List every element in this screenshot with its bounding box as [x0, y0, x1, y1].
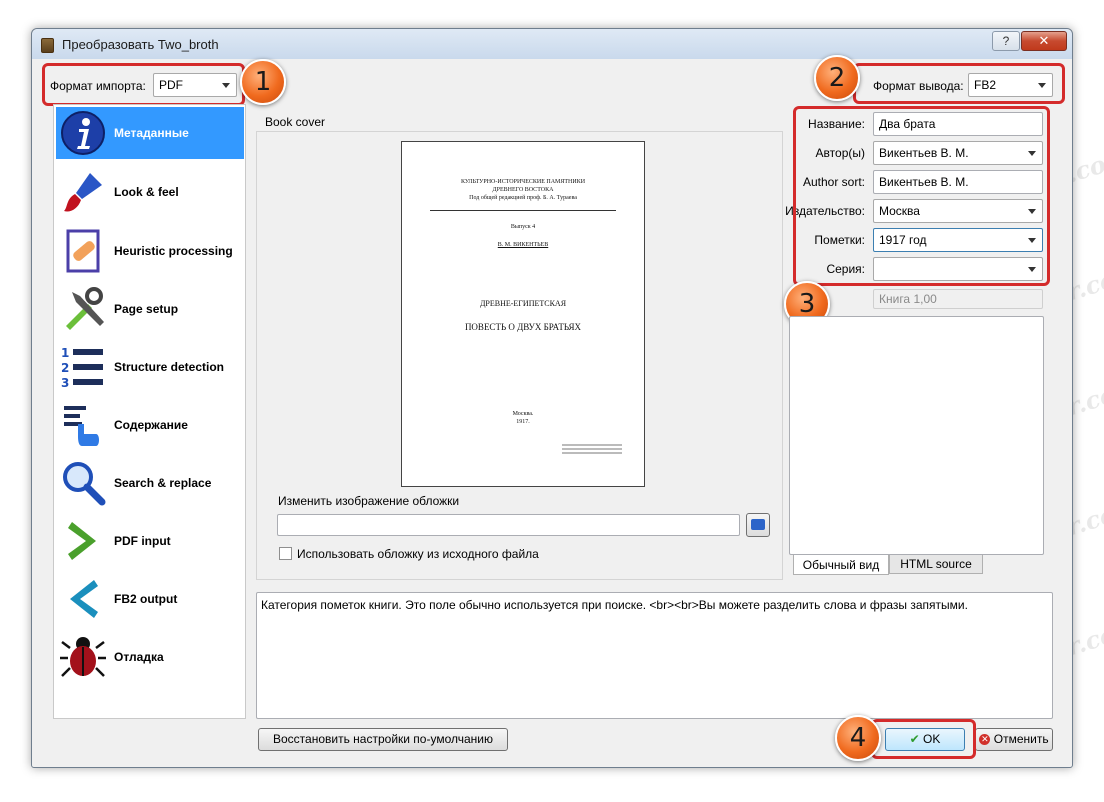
cover-city: Москва.: [512, 411, 534, 417]
sidebar-item-label: PDF input: [114, 533, 171, 548]
bug-icon: [60, 634, 106, 680]
callout-badge-2: 2: [814, 55, 860, 101]
document-bandage-icon: [60, 228, 106, 274]
sidebar-item-label: Отладка: [114, 649, 164, 664]
sidebar-item-label: Метаданные: [114, 125, 189, 140]
sidebar-item-look-feel[interactable]: Look & feel: [56, 166, 244, 218]
comments-editor[interactable]: [789, 316, 1044, 555]
info-icon: [60, 110, 106, 156]
cover-issue: Выпуск 4: [510, 224, 536, 230]
sidebar-item-label: FB2 output: [114, 591, 178, 606]
cover-image: КУЛЬТУРНО-ИСТОРИЧЕСКИЕ ПАМЯТНИКИ ДРЕВНЕГ…: [401, 141, 645, 487]
cancel-button[interactable]: ✕ Отменить: [975, 728, 1053, 751]
cover-imprint: [562, 442, 622, 456]
change-cover-label: Изменить изображение обложки: [278, 494, 460, 508]
book-cover-title: Book cover: [265, 115, 326, 129]
sidebar-item-label: Structure detection: [114, 359, 225, 374]
svg-text:1: 1: [61, 346, 69, 360]
sidebar-item-label: Page setup: [114, 301, 179, 316]
help-button[interactable]: ?: [992, 31, 1020, 51]
tab-html-source[interactable]: HTML source: [889, 555, 983, 574]
sidebar-item-label: Содержание: [114, 417, 188, 432]
sidebar-item-debug[interactable]: Отладка: [56, 631, 244, 683]
toc-hand-icon: [60, 402, 106, 448]
svg-text:2: 2: [61, 361, 69, 375]
cancel-icon: ✕: [979, 734, 991, 746]
restore-defaults-button[interactable]: Восстановить настройки по-умолчанию: [258, 728, 508, 751]
tools-icon: [60, 286, 106, 332]
cover-year: 1917.: [516, 419, 530, 425]
highlight-metadata: [793, 106, 1050, 286]
description-text: Категория пометок книги. Это поле обычно…: [261, 598, 968, 612]
cover-header-3: Под общей редакцией проф. Б. А. Тураева: [469, 195, 577, 201]
numbered-list-icon: 1 2 3: [60, 344, 106, 390]
sidebar: Метаданные Look & feel Heuristic process…: [53, 104, 246, 719]
brush-icon: [60, 169, 106, 215]
cancel-button-label: Отменить: [993, 732, 1049, 746]
folder-open-icon: [751, 519, 765, 530]
title-bar[interactable]: Преобразовать Two_broth ? ✕: [32, 29, 1072, 59]
tab-normal-view[interactable]: Обычный вид: [793, 555, 889, 575]
sidebar-item-heuristic[interactable]: Heuristic processing: [56, 225, 244, 277]
arrow-right-icon: [60, 518, 106, 564]
arrow-left-icon: [60, 576, 106, 622]
cover-header-1: КУЛЬТУРНО-ИСТОРИЧЕСКИЕ ПАМЯТНИКИ: [460, 179, 586, 185]
app-book-icon: [41, 38, 54, 53]
use-source-cover-checkbox[interactable]: [279, 547, 292, 560]
close-button[interactable]: ✕: [1021, 31, 1067, 51]
use-source-cover-label: Использовать обложку из исходного файла: [297, 547, 539, 561]
sidebar-item-label: Look & feel: [114, 184, 179, 199]
sidebar-item-page-setup[interactable]: Page setup: [56, 283, 244, 335]
field-description: Категория пометок книги. Это поле обычно…: [256, 592, 1053, 719]
series-number-spinbox[interactable]: Книга 1,00: [873, 289, 1043, 309]
sidebar-item-pdf-input[interactable]: PDF input: [56, 515, 244, 567]
window-title: Преобразовать Two_broth: [62, 37, 219, 52]
sidebar-item-toc[interactable]: Содержание: [56, 399, 244, 451]
callout-badge-4: 4: [835, 715, 881, 761]
sidebar-item-fb2-output[interactable]: FB2 output: [56, 573, 244, 625]
cover-author: В. М. ВИКЕНТЬЕВ: [497, 242, 549, 248]
sidebar-item-search-replace[interactable]: Search & replace: [56, 457, 244, 509]
cover-subtitle: ДРЕВНЕ-ЕГИПЕТСКАЯ: [479, 299, 567, 308]
cover-title: ПОВЕСТЬ О ДВУХ БРАТЬЯХ: [464, 322, 582, 332]
sidebar-item-label: Search & replace: [114, 475, 212, 490]
callout-badge-1: 1: [240, 59, 286, 105]
highlight-output: [853, 63, 1065, 104]
magnifier-icon: [60, 460, 106, 506]
browse-cover-button[interactable]: [746, 513, 770, 537]
cover-header-2: ДРЕВНЕГО ВОСТОКА: [492, 187, 554, 193]
sidebar-item-label: Heuristic processing: [114, 243, 233, 258]
cover-path-input[interactable]: [277, 514, 740, 536]
svg-text:3: 3: [61, 376, 69, 390]
series-number-value: Книга 1,00: [879, 292, 937, 306]
sidebar-item-metadata[interactable]: Метаданные: [56, 107, 244, 159]
sidebar-item-structure[interactable]: 1 2 3 Structure detection: [56, 341, 244, 393]
highlight-import: [42, 63, 245, 106]
highlight-ok: [871, 719, 976, 759]
